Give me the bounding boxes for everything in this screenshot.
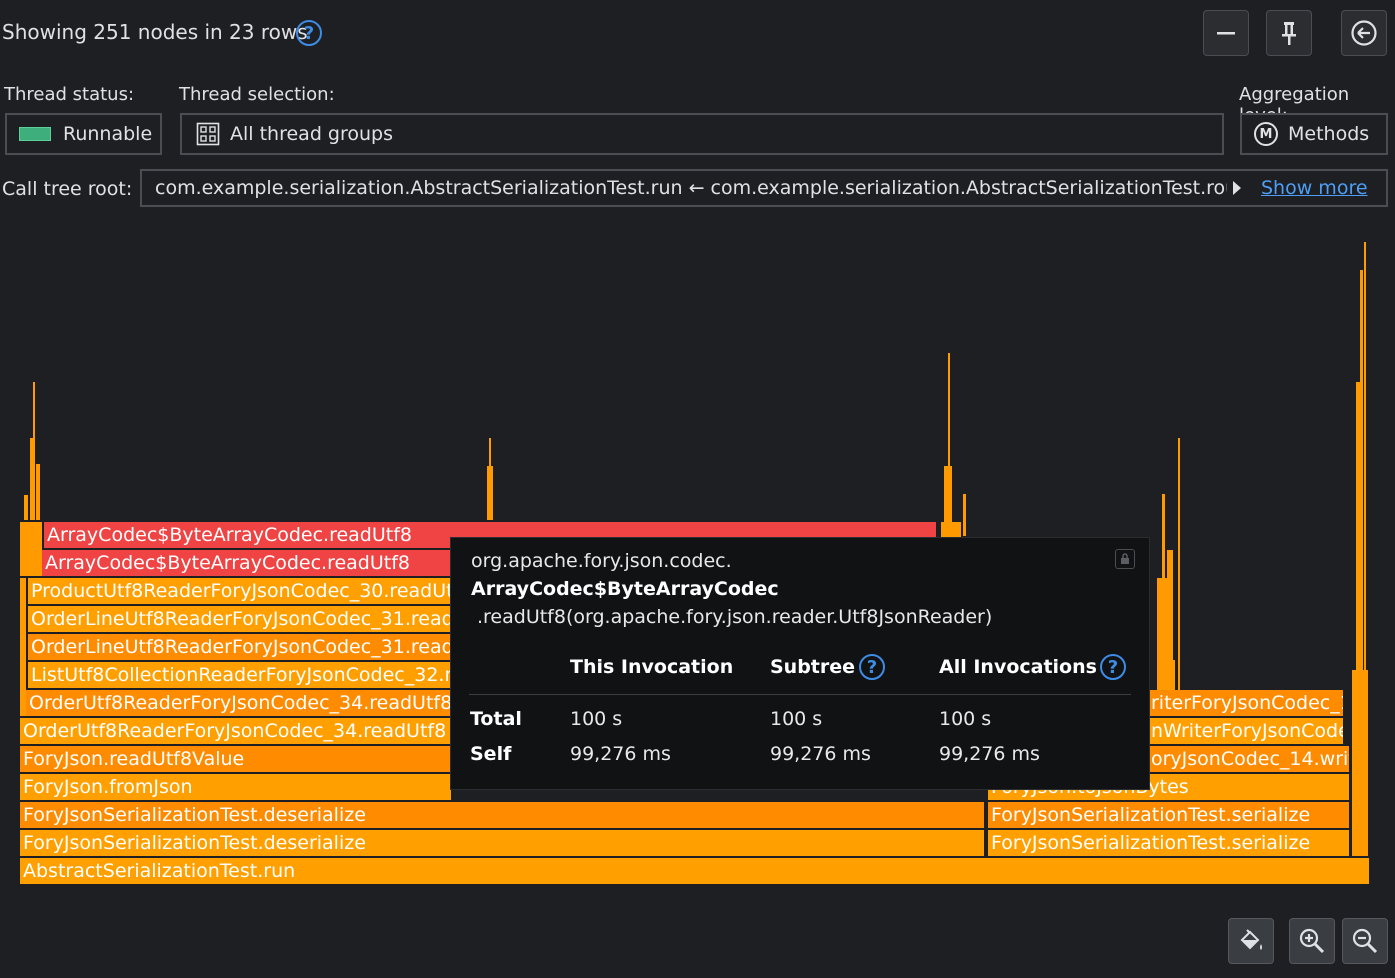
flame-frame[interactable]: ForyJsonSerializationTest.serialize: [988, 830, 1350, 856]
thread-selection-label: Thread selection:: [179, 84, 335, 105]
flame-frame[interactable]: oryJsonCodec_14.writ: [1148, 746, 1350, 772]
col-all-invocations: All Invocations: [939, 656, 1097, 678]
runnable-swatch: [19, 127, 51, 141]
flame-sliver[interactable]: [1157, 578, 1169, 688]
show-more-link[interactable]: Show more: [1261, 177, 1368, 199]
flame-spike[interactable]: [963, 494, 966, 536]
row-total-label: Total: [470, 708, 522, 730]
flame-frame[interactable]: AbstractSerializationTest.run: [20, 858, 1370, 884]
flame-frame[interactable]: ForyJsonSerializationTest.deserialize: [20, 802, 985, 828]
question-circle-icon[interactable]: ?: [296, 20, 322, 46]
flame-frame[interactable]: ForyJson.readUtf8Value: [20, 746, 452, 772]
lock-icon[interactable]: [1115, 549, 1135, 569]
self-all: 99,276 ms: [939, 743, 1040, 765]
flame-frame[interactable]: riterForyJsonCodec_1: [1148, 690, 1344, 716]
pin-icon: [1282, 22, 1296, 45]
flame-spike[interactable]: [30, 438, 33, 520]
flame-frame[interactable]: ListUtf8CollectionReaderForyJsonCodec_32…: [28, 662, 452, 688]
flame-spike[interactable]: [1178, 438, 1180, 690]
flame-frame[interactable]: OrderUtf8ReaderForyJsonCodec_34.readUtf8: [20, 718, 452, 744]
row-self-label: Self: [470, 743, 512, 765]
total-subtree: 100 s: [770, 708, 823, 730]
tooltip-class: ArrayCodec$ByteArrayCodec: [471, 578, 779, 600]
zoom-in-button[interactable]: [1289, 918, 1335, 964]
color-button[interactable]: [1228, 918, 1274, 964]
flame-frame[interactable]: ArrayCodec$ByteArrayCodec.readUtf8: [42, 550, 454, 576]
frame-tooltip: org.apache.fory.json.codec. ArrayCodec$B…: [450, 537, 1150, 790]
caret-right-icon[interactable]: [1231, 180, 1243, 196]
tooltip-package: org.apache.fory.json.codec.: [471, 550, 732, 572]
flame-sliver[interactable]: [20, 522, 42, 576]
flame-spike[interactable]: [24, 495, 28, 520]
question-circle-icon[interactable]: ?: [1100, 654, 1126, 680]
flame-frame[interactable]: ProductUtf8ReaderForyJsonCodec_30.readUt…: [28, 578, 452, 604]
aggregation-select[interactable]: M Methods: [1240, 113, 1388, 155]
total-this: 100 s: [570, 708, 623, 730]
paint-bucket-icon: [1240, 929, 1262, 950]
zoom-out-button[interactable]: [1342, 918, 1388, 964]
flame-frame[interactable]: ForyJsonSerializationTest.serialize: [988, 802, 1350, 828]
flame-frame[interactable]: nWriterForyJsonCode: [1148, 718, 1344, 744]
flame-frame[interactable]: OrderLineUtf8ReaderForyJsonCodec_31.read…: [28, 606, 452, 632]
col-subtree: Subtree: [770, 656, 856, 678]
flame-frame[interactable]: OrderUtf8ReaderForyJsonCodec_34.readUtf8…: [26, 690, 452, 716]
self-this: 99,276 ms: [570, 743, 671, 765]
flame-frame[interactable]: ForyJson.fromJson: [20, 774, 452, 800]
collapse-button[interactable]: [1203, 10, 1249, 56]
zoom-in-icon: [1299, 928, 1325, 954]
tooltip-method: .readUtf8(org.apache.fory.json.reader.Ut…: [477, 606, 993, 628]
col-this-invocation: This Invocation: [570, 656, 734, 678]
minus-icon: [1217, 32, 1235, 35]
thread-status-select[interactable]: Runnable: [5, 113, 162, 155]
flame-spike[interactable]: [487, 466, 493, 520]
thread-status-value: Runnable: [63, 123, 153, 145]
flame-sliver[interactable]: [20, 578, 26, 716]
nodes-summary: Showing 251 nodes in 23 rows: [2, 20, 308, 44]
flame-frame[interactable]: OrderLineUtf8ReaderForyJsonCodec_31.read…: [28, 634, 452, 660]
flame-spike[interactable]: [33, 382, 35, 520]
self-subtree: 99,276 ms: [770, 743, 871, 765]
question-circle-icon[interactable]: ?: [859, 654, 885, 680]
tooltip-divider: [469, 694, 1131, 695]
thread-groups-icon: [196, 122, 220, 146]
back-button[interactable]: [1341, 10, 1387, 56]
thread-selection-value: All thread groups: [230, 123, 393, 145]
call-tree-root-field[interactable]: com.example.serialization.AbstractSerial…: [140, 169, 1388, 207]
total-all: 100 s: [939, 708, 992, 730]
thread-selection-select[interactable]: All thread groups: [180, 113, 1224, 155]
thread-status-label: Thread status:: [4, 84, 135, 105]
flame-sliver[interactable]: [1352, 774, 1368, 856]
circle-arrow-left-icon: [1351, 20, 1377, 46]
call-tree-root-label: Call tree root:: [2, 178, 133, 200]
pin-button[interactable]: [1266, 10, 1312, 56]
methods-badge-icon: M: [1254, 122, 1278, 146]
flame-frame[interactable]: ForyJsonSerializationTest.deserialize: [20, 830, 985, 856]
aggregation-value: Methods: [1288, 123, 1370, 145]
call-tree-root-value: com.example.serialization.AbstractSerial…: [155, 177, 1227, 199]
flame-spike[interactable]: [36, 464, 40, 520]
zoom-out-icon: [1352, 928, 1378, 954]
